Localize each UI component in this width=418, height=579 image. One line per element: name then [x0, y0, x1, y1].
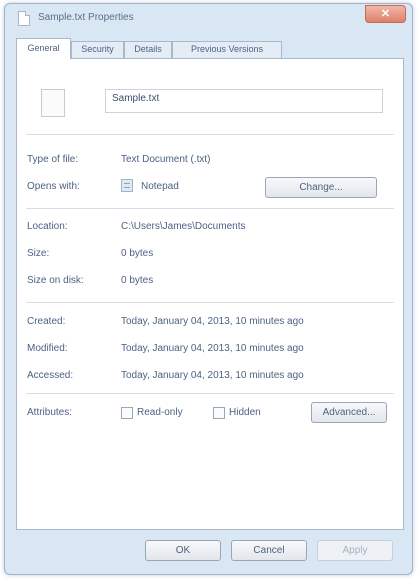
hidden-label: Hidden: [229, 407, 261, 418]
type-label: Type of file:: [27, 154, 79, 165]
general-panel: Sample.txt Type of file: Text Document (…: [16, 58, 404, 530]
ok-button[interactable]: OK: [145, 540, 221, 561]
modified-label: Modified:: [27, 343, 68, 354]
cancel-button[interactable]: Cancel: [231, 540, 307, 561]
properties-window: Sample.txt Properties ✕ General Security…: [4, 3, 413, 575]
separator: [26, 393, 394, 394]
separator: [26, 302, 394, 303]
tab-previous-versions[interactable]: Previous Versions: [172, 41, 282, 58]
hidden-checkbox[interactable]: [213, 407, 225, 419]
read-only-checkbox[interactable]: [121, 407, 133, 419]
separator: [26, 208, 394, 209]
attributes-label: Attributes:: [27, 407, 73, 418]
change-button[interactable]: Change...: [265, 177, 377, 198]
tab-details[interactable]: Details: [124, 41, 172, 58]
size-value: 0 bytes: [121, 248, 154, 259]
tab-general[interactable]: General: [16, 38, 71, 59]
tab-security[interactable]: Security: [71, 41, 124, 58]
window-title: Sample.txt Properties: [38, 12, 134, 23]
modified-value: Today, January 04, 2013, 10 minutes ago: [121, 343, 304, 354]
location-label: Location:: [27, 221, 68, 232]
file-name-field[interactable]: Sample.txt: [105, 89, 383, 113]
read-only-label: Read-only: [137, 407, 183, 418]
type-value: Text Document (.txt): [121, 154, 211, 165]
accessed-label: Accessed:: [27, 370, 74, 381]
opens-with-value: Notepad: [141, 181, 179, 192]
title-bar[interactable]: Sample.txt Properties ✕: [5, 4, 412, 32]
advanced-button[interactable]: Advanced...: [311, 402, 387, 423]
notepad-icon: [121, 179, 133, 192]
created-value: Today, January 04, 2013, 10 minutes ago: [121, 316, 304, 327]
size-on-disk-label: Size on disk:: [27, 275, 84, 286]
opens-with-label: Opens with:: [27, 181, 80, 192]
separator: [26, 134, 394, 135]
accessed-value: Today, January 04, 2013, 10 minutes ago: [121, 370, 304, 381]
size-label: Size:: [27, 248, 50, 259]
created-label: Created:: [27, 316, 66, 327]
file-icon: [18, 11, 30, 26]
size-on-disk-value: 0 bytes: [121, 275, 154, 286]
file-icon: [41, 89, 65, 117]
location-value: C:\Users\James\Documents: [121, 221, 246, 232]
apply-button[interactable]: Apply: [317, 540, 393, 561]
close-button[interactable]: ✕: [365, 5, 406, 23]
